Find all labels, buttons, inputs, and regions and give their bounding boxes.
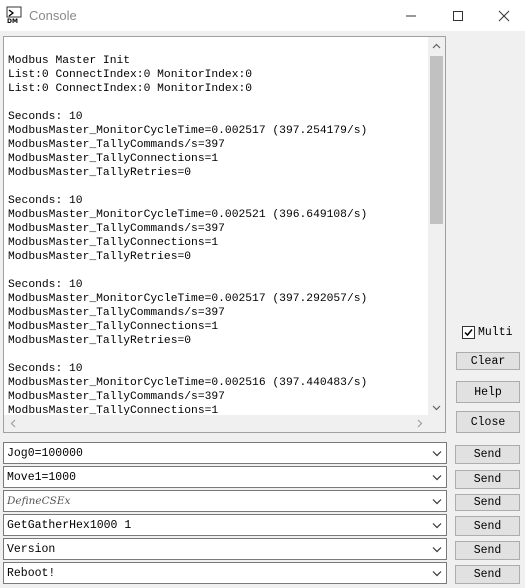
vertical-scrollbar[interactable] bbox=[428, 37, 445, 416]
vertical-scroll-thumb[interactable] bbox=[430, 56, 443, 224]
send-button-4[interactable]: Send bbox=[455, 516, 520, 536]
close-icon bbox=[498, 10, 510, 21]
maximize-icon bbox=[453, 10, 463, 21]
send-button-3[interactable]: Send bbox=[455, 494, 520, 511]
command-combo-1[interactable]: Jog0=100000 bbox=[3, 442, 447, 464]
close-window-button[interactable] bbox=[481, 0, 525, 31]
console-output-text: Modbus Master Init List:0 ConnectIndex:0… bbox=[8, 55, 368, 417]
minimize-icon bbox=[406, 15, 416, 16]
command-combo-4[interactable]: GetGatherHex1000 1 bbox=[3, 514, 447, 536]
scroll-up-arrow-icon[interactable] bbox=[428, 37, 445, 54]
command-value: Reboot! bbox=[7, 567, 56, 580]
chevron-down-icon bbox=[432, 523, 442, 529]
command-combo-2[interactable]: Move1=1000 bbox=[3, 466, 447, 488]
command-combo-6[interactable]: Reboot! bbox=[3, 562, 447, 584]
clear-button[interactable]: Clear bbox=[456, 352, 520, 370]
dm-app-icon: DM bbox=[6, 6, 22, 25]
window-title: Console bbox=[29, 8, 77, 23]
send-button-6[interactable]: Send bbox=[455, 565, 520, 584]
send-button-5[interactable]: Send bbox=[455, 541, 520, 560]
multi-checkbox[interactable] bbox=[462, 325, 475, 339]
command-value: GetGatherHex1000 1 bbox=[7, 519, 132, 532]
scroll-down-arrow-icon[interactable] bbox=[428, 399, 445, 416]
send-button-1[interactable]: Send bbox=[455, 445, 520, 464]
command-value: Move1=1000 bbox=[7, 471, 77, 484]
command-value: Version bbox=[7, 543, 56, 556]
svg-text:DM: DM bbox=[7, 18, 18, 24]
scrollbar-corner bbox=[428, 415, 445, 432]
command-value: Jog0=100000 bbox=[7, 447, 83, 460]
scroll-right-arrow-icon[interactable] bbox=[411, 415, 428, 432]
chevron-down-icon bbox=[432, 451, 442, 457]
title-bar: DM Console bbox=[0, 0, 525, 31]
chevron-down-icon bbox=[432, 571, 442, 577]
checkmark-icon bbox=[464, 328, 473, 336]
help-button[interactable]: Help bbox=[456, 381, 520, 403]
chevron-down-icon bbox=[432, 499, 442, 505]
maximize-button[interactable] bbox=[435, 0, 481, 31]
chevron-down-icon bbox=[432, 475, 442, 481]
send-button-2[interactable]: Send bbox=[455, 470, 520, 489]
horizontal-scrollbar[interactable] bbox=[4, 415, 428, 432]
chevron-down-icon bbox=[432, 547, 442, 553]
scroll-left-arrow-icon[interactable] bbox=[4, 415, 21, 432]
multi-label: Multi bbox=[478, 325, 513, 339]
command-value: DefineCSEx bbox=[7, 495, 71, 507]
command-combo-5[interactable]: Version bbox=[3, 538, 447, 560]
command-combo-3[interactable]: DefineCSEx bbox=[3, 490, 447, 512]
minimize-button[interactable] bbox=[388, 0, 434, 31]
multi-checkbox-row[interactable]: Multi bbox=[462, 324, 513, 340]
close-button[interactable]: Close bbox=[456, 411, 520, 433]
console-output[interactable]: Modbus Master Init List:0 ConnectIndex:0… bbox=[3, 36, 446, 433]
